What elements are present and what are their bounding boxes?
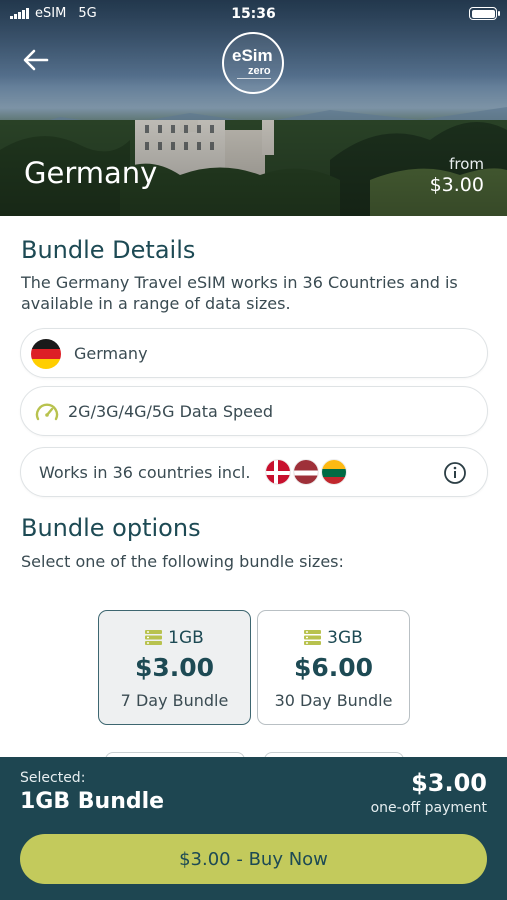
- from-price: $3.00: [429, 174, 484, 196]
- data-stack-icon: [145, 630, 163, 645]
- arrow-left-icon: [23, 49, 49, 71]
- buy-now-button[interactable]: $3.00 - Buy Now: [20, 834, 487, 884]
- country-pill: Germany: [20, 328, 488, 378]
- status-time: 15:36: [231, 6, 276, 22]
- bundle-duration: 30 Day Bundle: [274, 691, 393, 710]
- country-title: Germany: [24, 156, 158, 190]
- from-label: from: [449, 155, 484, 173]
- esim-zero-logo: eSim zero: [222, 32, 284, 94]
- selected-label: Selected:: [20, 770, 86, 786]
- logo-text-sub: zero: [248, 65, 271, 77]
- bundle-details-title: Bundle Details: [21, 236, 196, 264]
- battery-icon: [469, 7, 500, 20]
- data-speed-label: 2G/3G/4G/5G Data Speed: [68, 401, 274, 421]
- info-icon[interactable]: [443, 461, 467, 485]
- bundle-price: $3.00: [134, 653, 215, 682]
- bundle-price: $6.00: [293, 653, 374, 682]
- country-label: Germany: [74, 343, 148, 363]
- lithuania-flag-icon: [321, 459, 347, 485]
- logo-text-main: eSim: [232, 46, 273, 65]
- bundle-size: 3GB: [327, 628, 363, 648]
- latvia-flag-icon: [293, 459, 319, 485]
- speedometer-icon: [35, 403, 59, 421]
- bundle-size: 1GB: [168, 628, 204, 648]
- countries-pill[interactable]: Works in 36 countries incl.: [20, 447, 488, 497]
- checkout-footer: Selected: 1GB Bundle $3.00 one-off payme…: [0, 757, 507, 900]
- data-speed-pill: 2G/3G/4G/5G Data Speed: [20, 386, 488, 436]
- bundle-card-3gb[interactable]: 3GB $6.00 30 Day Bundle: [257, 610, 410, 725]
- payment-note: one-off payment: [370, 800, 487, 816]
- data-stack-icon: [304, 630, 322, 645]
- bundle-options-title: Bundle options: [21, 514, 201, 542]
- back-button[interactable]: [20, 44, 52, 76]
- denmark-flag-icon: [265, 459, 291, 485]
- selected-price: $3.00: [411, 769, 487, 797]
- bundle-card-1gb[interactable]: 1GB $3.00 7 Day Bundle: [98, 610, 251, 725]
- germany-flag-icon: [31, 339, 61, 369]
- status-bar: eSIM 5G 15:36: [0, 0, 507, 28]
- bundle-details-description: The Germany Travel eSIM works in 36 Coun…: [21, 273, 458, 313]
- countries-label: Works in 36 countries incl.: [39, 462, 251, 482]
- bundle-duration: 7 Day Bundle: [120, 691, 229, 710]
- selected-bundle-name: 1GB Bundle: [20, 789, 165, 814]
- bundle-options-subtitle: Select one of the following bundle sizes…: [21, 552, 344, 571]
